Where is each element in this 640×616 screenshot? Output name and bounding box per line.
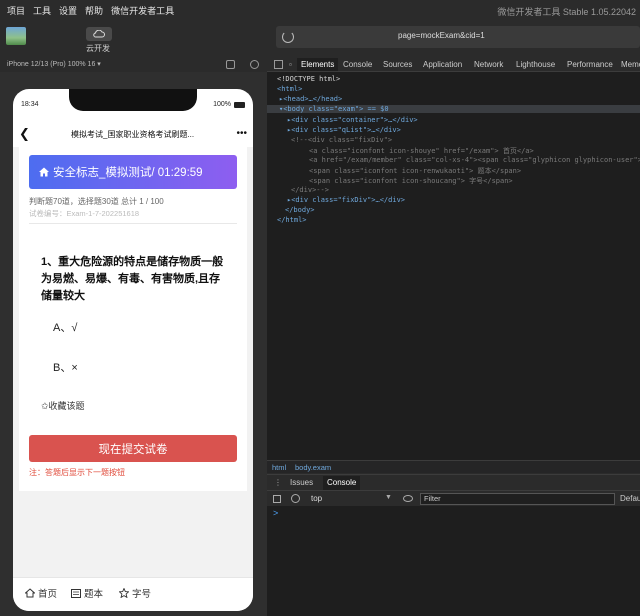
option-a[interactable]: A、√ [53,319,77,335]
dom-html-open[interactable]: <html> [277,85,302,93]
bottom-tab-bar: 首页 题本 字号 [13,577,253,611]
menu-item-help[interactable]: 帮助 [85,4,103,17]
tab-font-size[interactable]: 字号 [119,586,151,600]
eye-icon[interactable] [403,495,413,502]
drawer-tab-issues[interactable]: Issues [290,478,313,487]
drawer-tab-console[interactable]: Console [323,476,361,490]
battery-icon [234,101,245,108]
tab-question-book-label: 题本 [84,589,104,600]
dom-comment-end: </div>--> [291,186,329,194]
project-avatar[interactable] [6,27,26,45]
tab-question-book[interactable]: 题本 [71,586,103,600]
dom-comment-line: <a class="iconfont icon-shouye" href="/e… [309,147,534,155]
context-selector[interactable]: top [311,494,322,503]
menu-bar: 项目 工具 设置 帮助 微信开发者工具 微信开发者工具 Stable 1.05.… [0,0,640,20]
dom-div-container[interactable]: ▸<div class="container">…</div> [287,116,418,124]
tab-elements[interactable]: Elements [297,58,339,71]
option-b[interactable]: B、× [53,359,78,375]
tab-application[interactable]: Application [423,60,462,69]
back-arrow-icon[interactable]: ❮ [19,127,33,141]
exam-paper-id: 试卷编号：Exam-1-7-202251618 [29,209,140,218]
question-text: 1、重大危险源的特点是储存物质一般为易燃、易爆、有毒、有害物质,且存储量较大 [41,256,224,302]
dom-div-qlist[interactable]: ▸<div class="qList">…</div> [287,126,401,134]
device-bar: iPhone 12/13 (Pro) 100% 16 ▾ [0,58,267,72]
dom-head[interactable]: ▸<head>…</head> [279,95,342,103]
dom-comment-line: <span class="iconfont icon-renwukaoti"> … [309,167,522,175]
dom-body-selected[interactable]: ▾<body class="exam"> == $0 [267,105,640,113]
dom-doctype[interactable]: <!DOCTYPE html> [277,75,340,83]
chevron-down-icon[interactable]: ▼ [385,494,392,501]
tab-home[interactable]: 首页 [25,586,57,600]
phone-simulator: 18:34 100% ❮ 模拟考试_国家职业资格考试刷题... ••• 安全标志… [13,89,253,611]
exam-card: 安全标志_模拟测试/ 01:29:59 判断题70道，选择题30道 总计 1 /… [19,147,247,491]
tab-lighthouse[interactable]: Lighthouse [516,60,555,69]
more-menu-icon[interactable]: ••• [236,128,247,139]
menu-item-tools[interactable]: 工具 [33,4,51,17]
answer-hint-note: 注：答题后显示下一题按钮 [29,468,125,477]
home-icon [25,588,35,598]
dom-comment-start[interactable]: <!--<div class="fixDiv"> [291,136,392,144]
console-output[interactable]: > [267,506,640,616]
exam-title-timer: 安全标志_模拟测试/ 01:29:59 [53,167,203,179]
tab-memory[interactable]: Memo [621,60,640,69]
favorite-question-button[interactable]: ✩收藏该题 [41,399,85,412]
breadcrumb-body[interactable]: body.exam [295,463,331,472]
drawer-menu-icon[interactable]: ⋮ [274,478,282,487]
clear-console-icon[interactable] [291,494,300,503]
rotate-icon[interactable] [250,60,259,69]
dom-comment-line: <a href="/exam/member" class="col-xs-4">… [309,156,640,164]
device-toolbar-toggle-icon[interactable]: ▫ [289,60,292,69]
phone-notch [69,89,197,111]
menu-item-project[interactable]: 项目 [7,4,25,17]
page-path: page=mockExam&cid=1 [398,31,485,40]
cloud-dev-label: 云开发 [86,44,110,53]
menu-item-wechat-devtools[interactable]: 微信开发者工具 [111,4,174,17]
address-bar[interactable]: page=mockExam&cid=1 [276,26,640,48]
dom-comment-line: <span class="iconfont icon-shoucang"> 字号… [309,177,513,185]
elements-panel: <!DOCTYPE html> <html> ▸<head>…</head> ▾… [267,72,640,460]
inspect-element-icon[interactable] [274,60,283,69]
page-content: 安全标志_模拟测试/ 01:29:59 判断题70道，选择题30道 总计 1 /… [13,147,253,577]
question-count-summary: 判断题70道，选择题30道 总计 1 / 100 [29,197,164,206]
dom-breadcrumb: html body.exam [267,460,640,473]
console-toolbar: top ▼ Filter Default [267,490,640,506]
divider [29,223,237,224]
battery-percent: 100% [213,101,231,108]
reload-icon[interactable] [282,31,294,43]
device-selector[interactable]: iPhone 12/13 (Pro) 100% 16 ▾ [7,61,101,68]
drawer-tab-bar: ⋮ Issues Console [267,474,640,490]
book-icon [71,588,81,598]
dom-body-close[interactable]: </body> [285,206,315,214]
menu-item-settings[interactable]: 设置 [59,4,77,17]
toolbar: 云开发 page=mockExam&cid=1 [0,20,640,56]
cloud-dev-button[interactable] [86,27,112,41]
devtools-tab-bar: ▫ Elements Console Sources Application N… [267,57,640,72]
dom-html-close[interactable]: </html> [277,216,307,224]
mini-program-navbar: ❮ 模拟考试_国家职业资格考试刷题... ••• [13,123,253,147]
star-icon [119,588,129,598]
app-title: 微信开发者工具 Stable 1.05.22042 [497,7,636,17]
tab-network[interactable]: Network [474,60,503,69]
log-levels-dropdown[interactable]: Default [620,494,640,503]
tab-sources[interactable]: Sources [383,60,412,69]
cloud-icon [93,30,105,38]
status-time: 18:34 [21,101,39,108]
status-battery: 100% [213,101,245,108]
tab-home-label: 首页 [38,589,58,600]
tab-performance[interactable]: Performance [567,60,613,69]
submit-exam-button[interactable]: 现在提交试卷 [29,435,237,462]
screenshot-icon[interactable] [226,60,235,69]
sidebar-toggle-icon[interactable] [273,495,281,503]
breadcrumb-html[interactable]: html [272,463,286,472]
console-filter-input[interactable]: Filter [420,493,615,505]
home-icon [39,167,49,177]
tab-font-size-label: 字号 [132,589,152,600]
exam-banner: 安全标志_模拟测试/ 01:29:59 [29,155,237,189]
tab-console[interactable]: Console [343,60,372,69]
console-prompt[interactable]: > [273,508,278,518]
nav-title: 模拟考试_国家职业资格考试刷题... [71,130,195,139]
dom-div-fixdiv[interactable]: ▸<div class="fixDiv">…</div> [287,196,405,204]
